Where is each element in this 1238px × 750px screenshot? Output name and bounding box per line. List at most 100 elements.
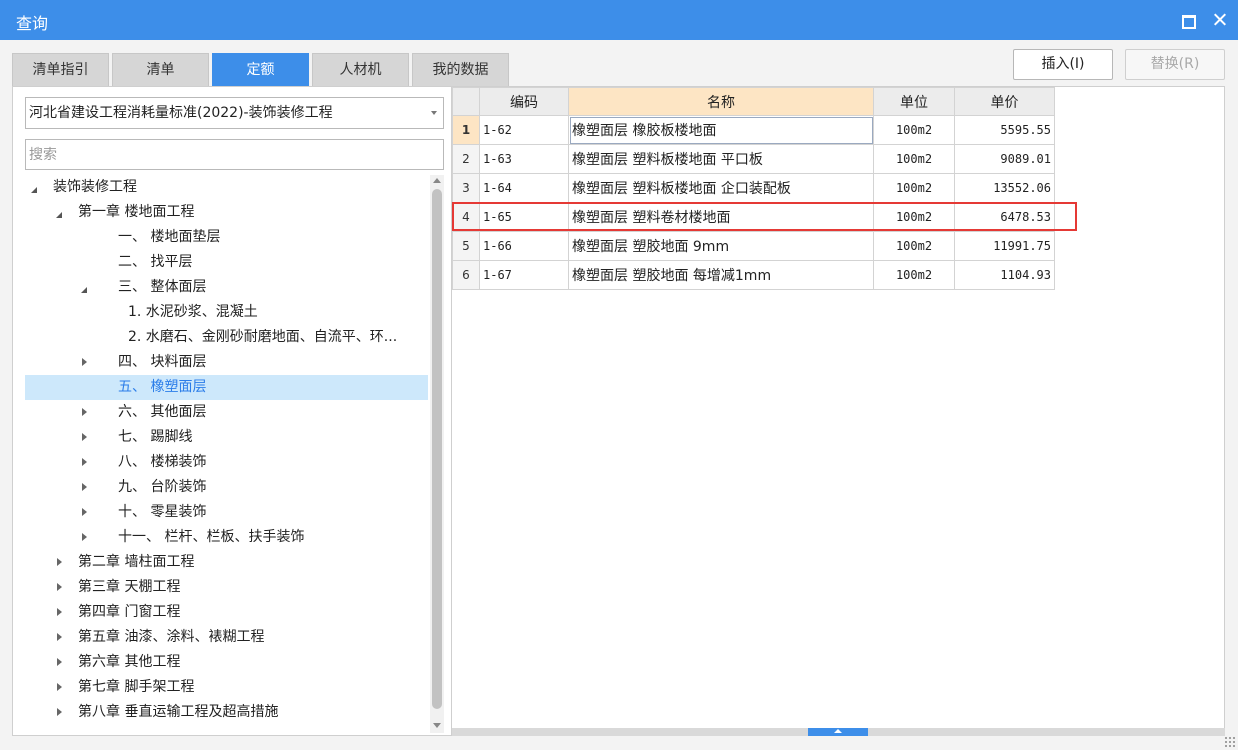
tree-node[interactable]: 三、 整体面层: [25, 275, 428, 300]
splitter-bar[interactable]: [452, 728, 1225, 736]
tree-node[interactable]: 1. 水泥砂浆、混凝土: [25, 300, 428, 325]
chevron-up-icon[interactable]: [808, 728, 868, 736]
name-cell[interactable]: 橡塑面层 塑料板楼地面 企口装配板: [568, 173, 874, 203]
collapsed-arrow-icon[interactable]: [79, 500, 91, 525]
collapsed-arrow-icon[interactable]: [79, 475, 91, 500]
name-cell[interactable]: 橡塑面层 塑料卷材楼地面: [568, 202, 874, 232]
expanded-arrow-icon[interactable]: [54, 200, 66, 225]
price-cell[interactable]: 5595.55: [954, 115, 1055, 145]
price-cell[interactable]: 6478.53: [954, 202, 1055, 232]
collapsed-arrow-icon[interactable]: [79, 400, 91, 425]
tree-node[interactable]: 2. 水磨石、金刚砂耐磨地面、自流平、环...: [25, 325, 428, 350]
collapsed-arrow-icon[interactable]: [79, 450, 91, 475]
row-index-cell[interactable]: 4: [452, 202, 480, 232]
tree-node[interactable]: 第七章 脚手架工程: [25, 675, 428, 700]
collapsed-arrow-icon[interactable]: [79, 525, 91, 550]
name-cell[interactable]: 橡塑面层 塑胶地面 9mm: [568, 231, 874, 261]
tree-node[interactable]: 第六章 其他工程: [25, 650, 428, 675]
unit-cell[interactable]: 100m2: [873, 144, 955, 174]
collapsed-arrow-icon[interactable]: [54, 650, 66, 675]
table-row[interactable]: 6 1-67 橡塑面层 塑胶地面 每增减1mm 100m2 1104.93: [452, 260, 1055, 290]
collapsed-arrow-icon[interactable]: [54, 700, 66, 725]
code-cell[interactable]: 1-62: [479, 115, 569, 145]
collapsed-arrow-icon[interactable]: [54, 550, 66, 575]
tab-bill[interactable]: 清单: [112, 53, 209, 86]
table-row[interactable]: 3 1-64 橡塑面层 塑料板楼地面 企口装配板 100m2 13552.06: [452, 173, 1055, 203]
tree-node[interactable]: 十一、 栏杆、栏板、扶手装饰: [25, 525, 428, 550]
tree-node[interactable]: 十、 零星装饰: [25, 500, 428, 525]
tree-node[interactable]: 第八章 垂直运输工程及超高措施: [25, 700, 428, 725]
row-index-cell[interactable]: 2: [452, 144, 480, 174]
unit-cell[interactable]: 100m2: [873, 260, 955, 290]
name-cell[interactable]: 橡塑面层 塑料板楼地面 平口板: [568, 144, 874, 174]
code-cell[interactable]: 1-65: [479, 202, 569, 232]
price-cell[interactable]: 13552.06: [954, 173, 1055, 203]
tree-node[interactable]: 第二章 墙柱面工程: [25, 550, 428, 575]
maximize-icon[interactable]: [1176, 8, 1200, 32]
code-cell[interactable]: 1-66: [479, 231, 569, 261]
code-cell[interactable]: 1-64: [479, 173, 569, 203]
tab-quota[interactable]: 定额: [212, 53, 309, 86]
code-cell[interactable]: 1-63: [479, 144, 569, 174]
tree-node[interactable]: 第一章 楼地面工程: [25, 200, 428, 225]
unit-cell[interactable]: 100m2: [873, 202, 955, 232]
price-cell[interactable]: 9089.01: [954, 144, 1055, 174]
tree-node[interactable]: 四、 块料面层: [25, 350, 428, 375]
resize-grip-icon[interactable]: [1224, 736, 1236, 748]
tree-scrollbar[interactable]: [430, 175, 444, 733]
tree-node[interactable]: 第四章 门窗工程: [25, 600, 428, 625]
unit-cell[interactable]: 100m2: [873, 231, 955, 261]
row-index-cell[interactable]: 1: [452, 115, 480, 145]
header-unit[interactable]: 单位: [873, 87, 955, 116]
row-index-cell[interactable]: 6: [452, 260, 480, 290]
tree-node[interactable]: 六、 其他面层: [25, 400, 428, 425]
replace-button[interactable]: 替换(R): [1125, 49, 1225, 80]
scroll-up-icon[interactable]: [433, 178, 441, 183]
table-row[interactable]: 1 1-62 橡塑面层 橡胶板楼地面 100m2 5595.55: [452, 115, 1055, 145]
price-cell[interactable]: 11991.75: [954, 231, 1055, 261]
header-name[interactable]: 名称: [568, 87, 874, 116]
tree-node[interactable]: 装饰装修工程: [25, 175, 428, 200]
tab-labor-materials[interactable]: 人材机: [312, 53, 409, 86]
close-icon[interactable]: [1208, 8, 1232, 32]
tree-node[interactable]: 八、 楼梯装饰: [25, 450, 428, 475]
tree-node[interactable]: 五、 橡塑面层: [25, 375, 428, 400]
code-cell[interactable]: 1-67: [479, 260, 569, 290]
collapsed-arrow-icon[interactable]: [79, 425, 91, 450]
collapsed-arrow-icon[interactable]: [54, 675, 66, 700]
tree-node-label: 1. 水泥砂浆、混凝土: [128, 304, 258, 320]
unit-cell[interactable]: 100m2: [873, 173, 955, 203]
tree-node[interactable]: 二、 找平层: [25, 250, 428, 275]
tree-node[interactable]: 七、 踢脚线: [25, 425, 428, 450]
unit-cell[interactable]: 100m2: [873, 115, 955, 145]
price-cell[interactable]: 1104.93: [954, 260, 1055, 290]
expanded-arrow-icon[interactable]: [79, 275, 91, 300]
tree-node[interactable]: 一、 楼地面垫层: [25, 225, 428, 250]
insert-button[interactable]: 插入(I): [1013, 49, 1113, 80]
library-select[interactable]: 河北省建设工程消耗量标准(2022)-装饰装修工程: [25, 97, 444, 129]
collapsed-arrow-icon[interactable]: [54, 575, 66, 600]
row-index-cell[interactable]: 3: [452, 173, 480, 203]
table-row[interactable]: 2 1-63 橡塑面层 塑料板楼地面 平口板 100m2 9089.01: [452, 144, 1055, 174]
name-cell[interactable]: 橡塑面层 塑胶地面 每增减1mm: [568, 260, 874, 290]
expanded-arrow-icon[interactable]: [29, 175, 41, 200]
scroll-thumb[interactable]: [432, 189, 442, 709]
header-price[interactable]: 单价: [954, 87, 1055, 116]
collapsed-arrow-icon[interactable]: [54, 625, 66, 650]
tree-node-label: 二、 找平层: [118, 254, 193, 270]
table-row[interactable]: 5 1-66 橡塑面层 塑胶地面 9mm 100m2 11991.75: [452, 231, 1055, 261]
collapsed-arrow-icon[interactable]: [54, 600, 66, 625]
header-code[interactable]: 编码: [479, 87, 569, 116]
table-row[interactable]: 4 1-65 橡塑面层 塑料卷材楼地面 100m2 6478.53: [452, 202, 1055, 232]
tree-node-label: 十一、 栏杆、栏板、扶手装饰: [118, 529, 305, 545]
tree-node[interactable]: 第五章 油漆、涂料、裱糊工程: [25, 625, 428, 650]
tree-node[interactable]: 九、 台阶装饰: [25, 475, 428, 500]
search-input[interactable]: [25, 139, 444, 170]
row-index-cell[interactable]: 5: [452, 231, 480, 261]
scroll-down-icon[interactable]: [433, 723, 441, 728]
tab-my-data[interactable]: 我的数据: [412, 53, 509, 86]
collapsed-arrow-icon[interactable]: [79, 350, 91, 375]
name-cell[interactable]: 橡塑面层 橡胶板楼地面: [568, 115, 874, 145]
tree-node[interactable]: 第三章 天棚工程: [25, 575, 428, 600]
tab-bill-guide[interactable]: 清单指引: [12, 53, 109, 86]
